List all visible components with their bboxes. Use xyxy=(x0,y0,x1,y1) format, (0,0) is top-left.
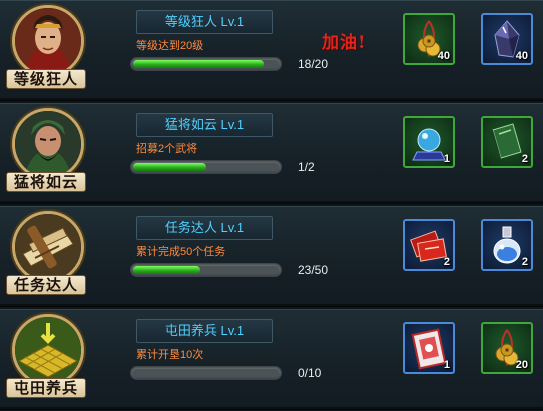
reward-slot[interactable]: 2 xyxy=(481,116,533,168)
progress-fill xyxy=(133,266,200,274)
achievement-emblem: 任务达人 xyxy=(6,211,86,303)
achievement-title: 任务达人 Lv.1 xyxy=(136,216,273,240)
cheer-label: 加油! xyxy=(322,33,367,53)
progress-fill xyxy=(133,163,206,171)
reward-slot[interactable]: 40 xyxy=(481,13,533,65)
progress-count: 18/20 xyxy=(298,57,329,71)
progress-bar xyxy=(130,57,282,71)
achievement-emblem: 等级狂人 xyxy=(6,5,86,97)
reward-quantity: 40 xyxy=(515,50,528,62)
progress-bar xyxy=(130,366,282,380)
achievement-title: 等级狂人 Lv.1 xyxy=(136,10,273,34)
achievement-row: 任务达人 任务达人 Lv.1 累计完成50个任务 23/50 2 2 xyxy=(0,206,543,307)
achievement-row: 屯田养兵 屯田养兵 Lv.1 累计开垦10次 0/10 1 20 xyxy=(0,309,543,410)
reward-slot[interactable]: 20 xyxy=(481,322,533,374)
scroll-documents-icon xyxy=(12,211,84,283)
warrior-portrait-icon xyxy=(12,5,84,77)
reward-quantity: 1 xyxy=(443,359,450,371)
achievement-title: 屯田养兵 Lv.1 xyxy=(136,319,273,343)
reward-quantity: 20 xyxy=(515,359,528,371)
achievement-list: 等级狂人 等级狂人 Lv.1 等级达到20级 18/20 加油! 40 40 猛… xyxy=(0,0,543,411)
achievement-name-plate: 猛将如云 xyxy=(6,172,86,192)
reward-quantity: 2 xyxy=(443,256,450,268)
achievement-title: 猛将如云 Lv.1 xyxy=(136,113,273,137)
reward-quantity: 2 xyxy=(521,153,528,165)
reward-slot[interactable]: 1 xyxy=(403,322,455,374)
achievement-emblem: 屯田养兵 xyxy=(6,314,86,406)
achievement-goal: 累计开垦10次 xyxy=(136,349,204,361)
achievement-goal: 招募2个武将 xyxy=(136,143,198,155)
achievement-name-plate: 屯田养兵 xyxy=(6,378,86,398)
farmland-icon xyxy=(12,314,84,386)
progress-count: 23/50 xyxy=(298,263,329,277)
progress-count: 0/10 xyxy=(298,366,322,380)
achievement-goal: 累计完成50个任务 xyxy=(136,246,226,258)
reward-slot[interactable]: 2 xyxy=(481,219,533,271)
general-portrait-icon xyxy=(12,108,84,180)
achievement-row: 等级狂人 等级狂人 Lv.1 等级达到20级 18/20 加油! 40 40 xyxy=(0,0,543,101)
reward-quantity: 1 xyxy=(443,153,450,165)
achievement-emblem: 猛将如云 xyxy=(6,108,86,200)
progress-fill xyxy=(133,60,264,68)
reward-slot[interactable]: 1 xyxy=(403,116,455,168)
reward-quantity: 40 xyxy=(437,50,450,62)
progress-bar xyxy=(130,263,282,277)
achievement-name-plate: 任务达人 xyxy=(6,275,86,295)
reward-slot[interactable]: 40 xyxy=(403,13,455,65)
progress-bar xyxy=(130,160,282,174)
reward-slot[interactable]: 2 xyxy=(403,219,455,271)
progress-count: 1/2 xyxy=(298,160,315,174)
achievement-name-plate: 等级狂人 xyxy=(6,69,86,89)
achievement-row: 猛将如云 猛将如云 Lv.1 招募2个武将 1/2 1 2 xyxy=(0,103,543,204)
achievement-goal: 等级达到20级 xyxy=(136,40,204,52)
reward-quantity: 2 xyxy=(521,256,528,268)
